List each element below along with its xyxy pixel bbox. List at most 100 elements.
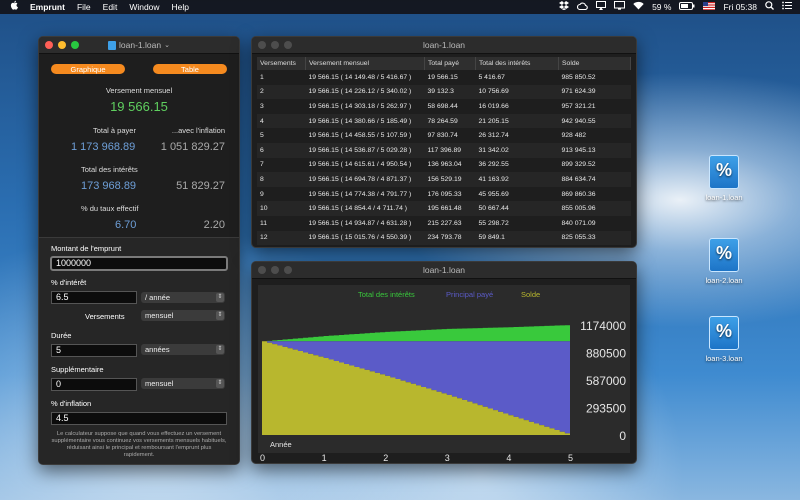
table-row[interactable]: 8 19 566.15 ( 14 694.78 / 4 871.37 ) 156 5… [257,172,631,187]
creative-cloud-icon[interactable] [577,0,588,14]
apple-menu-icon[interactable] [10,0,18,14]
extra-input[interactable]: 0 [51,378,137,391]
table-button[interactable]: Table [153,64,227,74]
x-tick-label: 2 [383,453,388,463]
zoom-button[interactable] [284,266,292,274]
close-button[interactable] [258,266,266,274]
graph-button[interactable]: Graphique [51,64,125,74]
table-cell: 36 292.55 [475,157,559,173]
calculator-note: Le calculateur suppose que quand vous ef… [51,431,227,458]
stepper-arrows-icon: ⇕ [216,293,224,302]
notification-center-icon[interactable] [782,0,792,14]
battery-icon[interactable] [679,0,695,14]
airplay-icon[interactable] [596,0,607,14]
table-row[interactable]: 3 19 566.15 ( 14 303.18 / 5 262.97 ) 58 69… [257,99,631,114]
table-cell: 176 095.33 [424,186,476,202]
column-header[interactable]: Solde [558,57,631,70]
extra-unit-select[interactable]: mensuel ⇕ [141,378,225,389]
column-header[interactable]: Total des intérêts [475,57,559,70]
table-cell: 26 312.74 [475,128,559,143]
chart-window: loan-1.loan Total des intérêts Principal … [251,261,637,464]
table-cell: 45 955.69 [475,186,559,202]
total-to-pay-inflation-value: 1 051 829.27 [160,141,225,153]
table-cell: 10 [257,201,306,216]
interest-unit-value: / année [145,293,171,302]
table-row[interactable]: 10 19 566.15 ( 14 854.4 / 4 711.74 ) 195 6… [257,201,631,216]
table-row[interactable]: 2 19 566.15 ( 14 226.12 / 5 340.02 ) 39 13… [257,84,631,100]
inflation-pct-input[interactable]: 4.5 [51,412,227,425]
table-cell: 156 529.19 [424,172,476,187]
table-row[interactable]: 11 19 566.15 ( 14 934.87 / 4 631.28 ) 215 … [257,215,631,231]
file-menu[interactable]: File [77,2,91,12]
desktop-file-loan-2[interactable]: % loan-2.loan [694,238,754,285]
x-axis-title: Année [270,440,292,449]
stepper-arrows-icon: ⇕ [216,311,224,320]
table-cell: 957 321.21 [558,99,631,114]
table-cell: 19 566.15 ( 14 226.12 / 5 340.02 ) [305,84,425,100]
minimize-button[interactable] [271,41,279,49]
chart-titlebar[interactable]: loan-1.loan [252,262,636,279]
window-title: loan-1.loan [422,40,466,50]
table-cell: 31 342.02 [475,142,559,158]
table-cell: 1 [257,70,306,85]
table-cell: 985 850.52 [558,70,631,85]
interest-unit-select[interactable]: / année ⇕ [141,292,225,303]
table-row[interactable]: 12 19 566.15 ( 15 015.76 / 4 550.39 ) 234 … [257,230,631,246]
total-interest-inflation-value: 51 829.27 [176,180,225,192]
desktop-file-loan-3[interactable]: % loan-3.loan [694,316,754,363]
us-flag-icon[interactable] [703,0,716,14]
spotlight-search-icon[interactable] [765,0,774,14]
column-header[interactable]: Total payé [424,57,476,70]
table-cell: 19 566.15 ( 14 458.55 / 5 107.59 ) [305,128,425,143]
table-row[interactable]: 4 19 566.15 ( 14 380.66 / 5 185.49 ) 78 26… [257,113,631,129]
column-header[interactable]: Versement mensuel [305,57,425,70]
table-cell: 50 667.44 [475,201,559,216]
close-button[interactable] [258,41,266,49]
table-titlebar[interactable]: loan-1.loan [252,37,636,54]
calculator-titlebar[interactable]: loan-1.loan ⌄ [39,37,239,54]
column-header[interactable]: Versements [257,57,306,70]
table-row[interactable]: 5 19 566.15 ( 14 458.55 / 5 107.59 ) 97 83… [257,128,631,143]
table-row[interactable]: 9 19 566.15 ( 14 774.38 / 4 791.77 ) 176 0… [257,186,631,202]
payments-select[interactable]: mensuel ⇕ [141,310,225,321]
table-row[interactable]: 7 19 566.15 ( 14 615.61 / 4 950.54 ) 136 9… [257,157,631,173]
duration-unit-select[interactable]: années ⇕ [141,344,225,355]
x-tick-label: 4 [506,453,511,463]
table-cell: 59 849.1 [475,230,559,246]
edit-menu[interactable]: Edit [103,2,118,12]
table-cell: 19 566.15 [424,70,476,85]
wifi-icon[interactable] [633,0,644,14]
app-menu[interactable]: Emprunt [30,2,65,12]
y-tick-label: 1174000 [580,319,626,333]
close-button[interactable] [45,41,53,49]
chevron-down-icon[interactable]: ⌄ [164,41,170,49]
loan-document-icon: % [709,238,739,272]
table-cell: 21 205.15 [475,113,559,129]
amortization-table: Versements Versement mensuel Total payé … [257,57,631,246]
schedule-table-window: loan-1.loan Versements Versement mensuel… [251,36,637,248]
table-cell: 10 756.69 [475,84,559,100]
loan-amount-input[interactable]: 1000000 [50,256,228,271]
zoom-button[interactable] [71,41,79,49]
table-cell: 9 [257,186,306,202]
desktop-file-loan-1[interactable]: % loan-1.loan [694,155,754,202]
table-cell: 12 [257,230,306,246]
duration-input[interactable]: 5 [51,344,137,357]
table-cell: 19 566.15 ( 15 015.76 / 4 550.39 ) [305,230,425,246]
table-row[interactable]: 6 19 566.15 ( 14 536.87 / 5 029.28 ) 117 3… [257,142,631,158]
menu-clock[interactable]: Fri 05:38 [723,2,757,12]
interest-label: % d'intérêt [51,278,87,287]
window-menu[interactable]: Window [129,2,159,12]
display-icon[interactable] [614,0,626,14]
desktop-file-label: loan-3.loan [705,354,743,363]
total-interest-label: Total des intérêts [81,165,138,174]
table-row[interactable]: 1 19 566.15 ( 14 149.48 / 5 416.67 ) 19 56… [257,70,631,85]
minimize-button[interactable] [271,266,279,274]
table-cell: 19 566.15 ( 14 854.4 / 4 711.74 ) [305,201,425,216]
monthly-payment-label: Versement mensuel [105,86,173,95]
zoom-button[interactable] [284,41,292,49]
help-menu[interactable]: Help [172,2,189,12]
interest-input[interactable]: 6.5 [51,291,137,304]
minimize-button[interactable] [58,41,66,49]
dropbox-icon[interactable] [559,0,570,14]
